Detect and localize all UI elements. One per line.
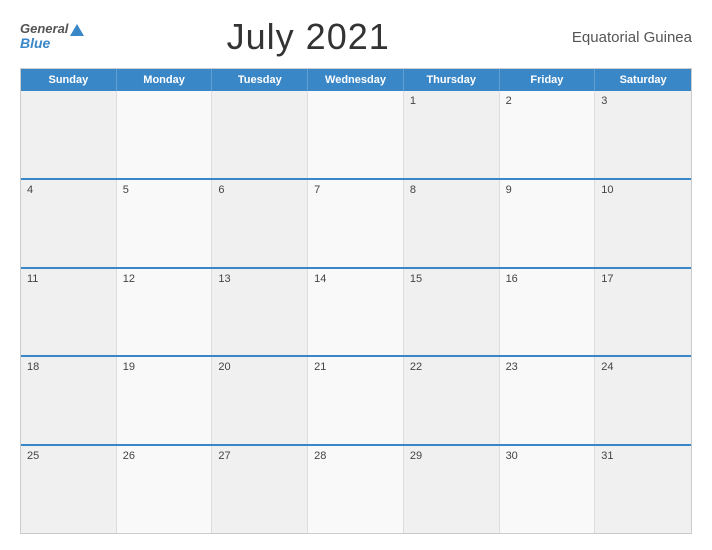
calendar-week-2: 4 56 7 8 9 10: [21, 180, 691, 269]
country-name: Equatorial Guinea: [532, 29, 692, 46]
calendar-day-24: 24: [595, 357, 691, 444]
calendar-day-16: 16: [500, 269, 596, 356]
logo: General Blue: [20, 22, 84, 52]
date-number: 23: [506, 361, 589, 373]
calendar-day-27: 27: [212, 446, 308, 533]
calendar-day-empty: [21, 91, 117, 178]
date-number: 20: [218, 361, 301, 373]
logo-general-text: General: [20, 22, 84, 36]
calendar-day-6: 6: [212, 180, 308, 267]
calendar-day-2: 2: [500, 91, 596, 178]
date-number: 24: [601, 361, 685, 373]
logo-triangle-icon: [70, 24, 84, 36]
date-number: 26: [123, 450, 206, 462]
day-name-sunday: Sunday: [21, 69, 117, 91]
calendar-day-22: 22: [404, 357, 500, 444]
date-number: 4: [27, 184, 110, 196]
date-number: 10: [601, 184, 685, 196]
date-number: 8: [410, 184, 493, 196]
calendar-day-empty: [117, 91, 213, 178]
month-title: July 2021: [227, 16, 390, 58]
calendar-day-30: 30: [500, 446, 596, 533]
date-number: 11: [27, 273, 110, 285]
calendar-day-14: 14: [308, 269, 404, 356]
date-number: 6: [218, 184, 301, 196]
calendar-day-23: 23: [500, 357, 596, 444]
date-number: 16: [506, 273, 589, 285]
date-number: 1: [410, 95, 493, 107]
date-number: 14: [314, 273, 397, 285]
calendar-day-3: 3: [595, 91, 691, 178]
page-header: General Blue July 2021 Equatorial Guinea: [20, 16, 692, 58]
calendar-day-11: 11: [21, 269, 117, 356]
day-name-wednesday: Wednesday: [308, 69, 404, 91]
date-number: 3: [601, 95, 685, 107]
day-name-monday: Monday: [117, 69, 213, 91]
calendar-day-empty: [212, 91, 308, 178]
calendar-week-5: 25 26 27 28 29 30 31: [21, 446, 691, 533]
calendar-day-1: 1: [404, 91, 500, 178]
date-number: 15: [410, 273, 493, 285]
calendar-day-26: 26: [117, 446, 213, 533]
calendar-header: SundayMondayTuesdayWednesdayThursdayFrid…: [21, 69, 691, 91]
calendar-day-25: 25: [21, 446, 117, 533]
logo-blue-text: Blue: [20, 36, 84, 51]
day-name-tuesday: Tuesday: [212, 69, 308, 91]
calendar-day-28: 28: [308, 446, 404, 533]
calendar-day-20: 20: [212, 357, 308, 444]
calendar-day-18: 18: [21, 357, 117, 444]
date-number: 25: [27, 450, 110, 462]
calendar-week-1: 1 23: [21, 91, 691, 180]
calendar-day-empty: [308, 91, 404, 178]
date-number: 28: [314, 450, 397, 462]
date-number: 7: [314, 184, 397, 196]
calendar-day-5: 5: [117, 180, 213, 267]
date-number: 13: [218, 273, 301, 285]
date-number: 29: [410, 450, 493, 462]
calendar: SundayMondayTuesdayWednesdayThursdayFrid…: [20, 68, 692, 534]
calendar-week-4: 18 19 20 21 22 23 24: [21, 357, 691, 446]
calendar-day-4: 4: [21, 180, 117, 267]
date-number: 18: [27, 361, 110, 373]
calendar-day-19: 19: [117, 357, 213, 444]
date-number: 5: [123, 184, 206, 196]
day-name-saturday: Saturday: [595, 69, 691, 91]
calendar-body: 1234567891011121314151617181920212223242…: [21, 91, 691, 533]
day-name-thursday: Thursday: [404, 69, 500, 91]
calendar-day-21: 21: [308, 357, 404, 444]
calendar-day-31: 31: [595, 446, 691, 533]
calendar-day-10: 10: [595, 180, 691, 267]
calendar-day-15: 15: [404, 269, 500, 356]
date-number: 22: [410, 361, 493, 373]
date-number: 17: [601, 273, 685, 285]
calendar-day-9: 9: [500, 180, 596, 267]
date-number: 9: [506, 184, 589, 196]
date-number: 31: [601, 450, 685, 462]
calendar-day-8: 8: [404, 180, 500, 267]
date-number: 27: [218, 450, 301, 462]
calendar-day-17: 17: [595, 269, 691, 356]
calendar-day-12: 12: [117, 269, 213, 356]
date-number: 12: [123, 273, 206, 285]
date-number: 19: [123, 361, 206, 373]
day-name-friday: Friday: [500, 69, 596, 91]
calendar-week-3: 11 12 13 14 15 16 17: [21, 269, 691, 358]
date-number: 21: [314, 361, 397, 373]
calendar-day-13: 13: [212, 269, 308, 356]
date-number: 30: [506, 450, 589, 462]
calendar-day-29: 29: [404, 446, 500, 533]
date-number: 2: [506, 95, 589, 107]
calendar-day-7: 7: [308, 180, 404, 267]
